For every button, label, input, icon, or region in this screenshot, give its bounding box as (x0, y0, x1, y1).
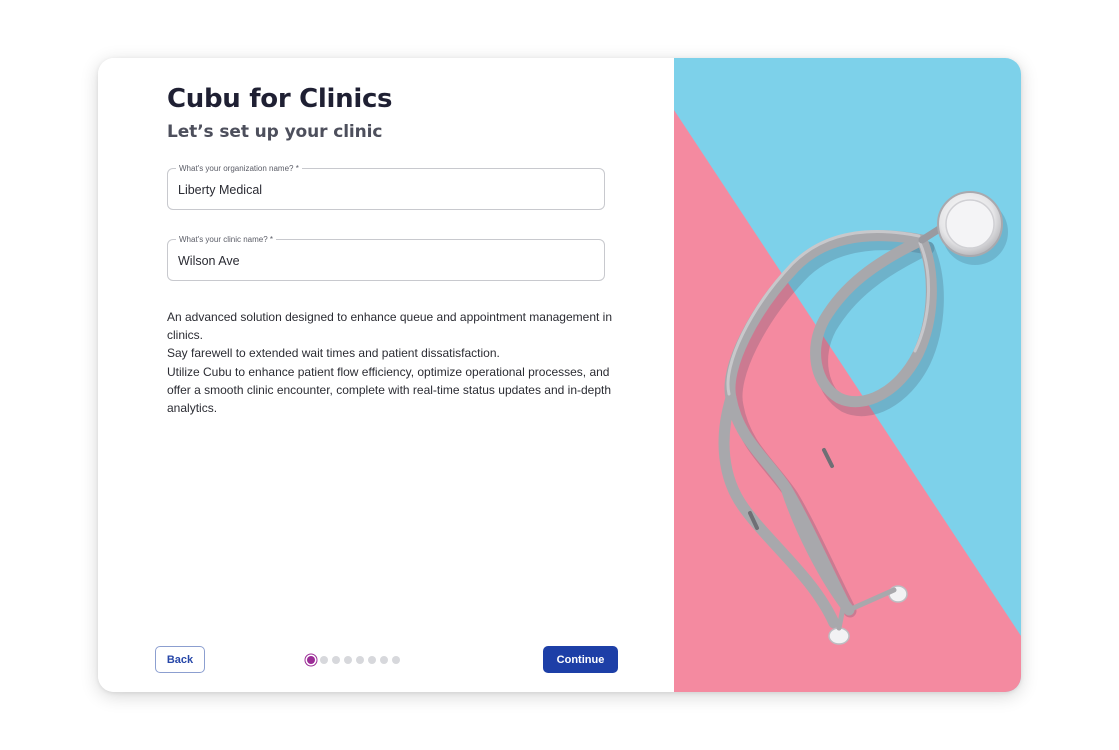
step-dot (392, 656, 400, 664)
organization-name-input[interactable] (178, 181, 588, 199)
description-line: Say farewell to extended wait times and … (167, 346, 500, 361)
back-button[interactable]: Back (155, 646, 205, 673)
organization-name-label: What's your organization name? * (176, 163, 302, 174)
step-indicator (306, 655, 400, 665)
page-subtitle: Let’s set up your clinic (167, 122, 383, 142)
setup-form-panel: Cubu for Clinics Let’s set up your clini… (98, 58, 674, 692)
clinic-name-input[interactable] (178, 252, 588, 270)
organization-name-field[interactable]: What's your organization name? * (167, 163, 605, 210)
clinic-name-label: What's your clinic name? * (176, 234, 277, 245)
page-title: Cubu for Clinics (167, 84, 393, 114)
description-line: An advanced solution designed to enhance… (167, 310, 613, 343)
stethoscope-image (674, 58, 1021, 692)
description-line: Utilize Cubu to enhance patient flow eff… (167, 364, 612, 416)
step-dot (344, 656, 352, 664)
step-dot (356, 656, 364, 664)
step-dot (332, 656, 340, 664)
setup-card: Cubu for Clinics Let’s set up your clini… (98, 58, 1021, 692)
step-dot (320, 656, 328, 664)
clinic-name-field[interactable]: What's your clinic name? * (167, 234, 605, 281)
stethoscope-illustration (674, 58, 1021, 692)
step-dot (368, 656, 376, 664)
product-description: An advanced solution designed to enhance… (167, 308, 612, 417)
continue-button[interactable]: Continue (543, 646, 618, 673)
step-dot (380, 656, 388, 664)
step-dot-active (307, 656, 315, 664)
